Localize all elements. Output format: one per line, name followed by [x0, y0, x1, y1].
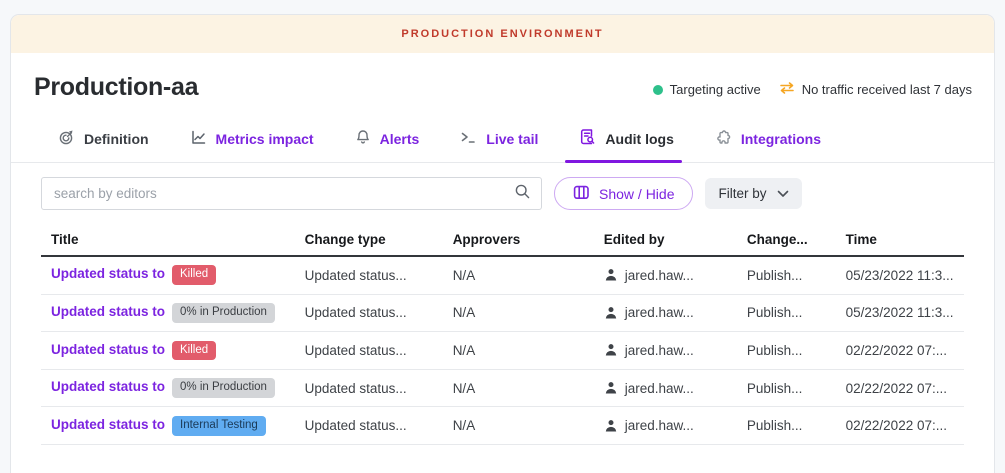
- column-header-title: Title: [41, 232, 295, 247]
- row-change-type: Updated status...: [295, 343, 443, 358]
- table-row[interactable]: Updated status to 0% in Production Update…: [41, 370, 964, 408]
- row-change: Publish...: [737, 305, 836, 320]
- column-header-approvers: Approvers: [443, 232, 594, 247]
- status-badge: 0% in Production: [172, 378, 275, 398]
- puzzle-icon: [715, 129, 732, 149]
- row-change: Publish...: [737, 343, 836, 358]
- row-editor-cell: jared.haw...: [604, 268, 737, 283]
- row-title-link[interactable]: Updated status to: [51, 379, 165, 394]
- page-title: Production-aa: [34, 73, 198, 102]
- row-approvers: N/A: [443, 343, 594, 358]
- status-group: Targeting active No traffic received las…: [653, 77, 972, 98]
- tab-integrations[interactable]: Integrations: [713, 118, 823, 162]
- row-time: 02/22/2022 07:...: [836, 418, 964, 433]
- tab-audit-logs-label: Audit logs: [605, 131, 673, 147]
- tab-alerts[interactable]: Alerts: [353, 118, 422, 162]
- audit-log-table: Title Change type Approvers Edited by Ch…: [41, 224, 964, 445]
- environment-banner-label: PRODUCTION ENVIRONMENT: [401, 28, 603, 40]
- traffic-status-label: No traffic received last 7 days: [802, 82, 972, 97]
- row-time: 02/22/2022 07:...: [836, 381, 964, 396]
- targeting-status-label: Targeting active: [670, 82, 761, 97]
- row-editor-cell: jared.haw...: [604, 305, 737, 320]
- tab-bar: Definition Metrics impact Alerts: [11, 108, 994, 163]
- tab-live-tail[interactable]: Live tail: [458, 118, 540, 162]
- magnifier-icon: [514, 183, 531, 205]
- row-approvers: N/A: [443, 268, 594, 283]
- row-title-link[interactable]: Updated status to: [51, 342, 165, 357]
- row-change-type: Updated status...: [295, 381, 443, 396]
- row-change-type: Updated status...: [295, 418, 443, 433]
- row-edited-by: jared.haw...: [625, 381, 694, 396]
- row-approvers: N/A: [443, 381, 594, 396]
- column-header-change-type: Change type: [295, 232, 443, 247]
- row-approvers: N/A: [443, 418, 594, 433]
- column-header-edited-by: Edited by: [594, 232, 737, 247]
- row-change-type: Updated status...: [295, 305, 443, 320]
- person-icon: [604, 343, 618, 357]
- table-row[interactable]: Updated status to Internal Testing Update…: [41, 407, 964, 445]
- row-time: 05/23/2022 11:3...: [836, 305, 964, 320]
- show-hide-button[interactable]: Show / Hide: [554, 177, 693, 210]
- green-dot-icon: [653, 85, 663, 95]
- tab-metrics-impact[interactable]: Metrics impact: [188, 118, 316, 162]
- page-header: Production-aa Targeting active No traffi…: [11, 53, 994, 108]
- search-input[interactable]: [54, 186, 514, 201]
- table-header-row: Title Change type Approvers Edited by Ch…: [41, 224, 964, 257]
- person-icon: [604, 419, 618, 433]
- person-icon: [604, 268, 618, 282]
- table-row[interactable]: Updated status to Killed Updated status..…: [41, 257, 964, 295]
- tab-alerts-label: Alerts: [380, 131, 420, 147]
- row-time: 05/23/2022 11:3...: [836, 268, 964, 283]
- column-header-change: Change...: [737, 232, 836, 247]
- column-header-time: Time: [836, 232, 964, 247]
- tab-definition[interactable]: Definition: [56, 118, 151, 162]
- person-icon: [604, 306, 618, 320]
- filter-by-label: Filter by: [718, 186, 766, 201]
- row-change: Publish...: [737, 381, 836, 396]
- traffic-status: No traffic received last 7 days: [779, 81, 972, 98]
- status-badge: Killed: [172, 265, 216, 285]
- row-title-link[interactable]: Updated status to: [51, 266, 165, 281]
- chevron-down-icon: [777, 186, 789, 201]
- bell-icon: [355, 129, 371, 149]
- tab-metrics-impact-label: Metrics impact: [216, 131, 314, 147]
- row-editor-cell: jared.haw...: [604, 343, 737, 358]
- search-box: [41, 177, 542, 210]
- status-badge: 0% in Production: [172, 303, 275, 323]
- environment-banner: PRODUCTION ENVIRONMENT: [11, 15, 994, 53]
- status-badge: Killed: [172, 341, 216, 361]
- terminal-icon: [460, 130, 477, 148]
- filter-by-button[interactable]: Filter by: [705, 178, 801, 209]
- row-edited-by: jared.haw...: [625, 343, 694, 358]
- tab-integrations-label: Integrations: [741, 131, 821, 147]
- row-editor-cell: jared.haw...: [604, 381, 737, 396]
- tab-live-tail-label: Live tail: [486, 131, 538, 147]
- traffic-arrows-icon: [779, 81, 795, 98]
- row-change-type: Updated status...: [295, 268, 443, 283]
- row-change: Publish...: [737, 418, 836, 433]
- row-time: 02/22/2022 07:...: [836, 343, 964, 358]
- row-title-link[interactable]: Updated status to: [51, 304, 165, 319]
- tab-definition-label: Definition: [84, 131, 149, 147]
- row-change: Publish...: [737, 268, 836, 283]
- row-approvers: N/A: [443, 305, 594, 320]
- table-row[interactable]: Updated status to Killed Updated status..…: [41, 332, 964, 370]
- row-editor-cell: jared.haw...: [604, 418, 737, 433]
- toolbar: Show / Hide Filter by: [11, 163, 994, 220]
- row-edited-by: jared.haw...: [625, 268, 694, 283]
- row-title-link[interactable]: Updated status to: [51, 417, 165, 432]
- status-badge: Internal Testing: [172, 416, 266, 436]
- show-hide-label: Show / Hide: [599, 186, 674, 202]
- definition-icon: [58, 129, 75, 149]
- tab-audit-logs[interactable]: Audit logs: [577, 118, 675, 162]
- person-icon: [604, 381, 618, 395]
- environment-card: PRODUCTION ENVIRONMENT Production-aa Tar…: [10, 14, 995, 473]
- row-edited-by: jared.haw...: [625, 418, 694, 433]
- columns-icon: [573, 185, 590, 203]
- table-row[interactable]: Updated status to 0% in Production Update…: [41, 295, 964, 333]
- audit-log-icon: [579, 128, 596, 149]
- targeting-status: Targeting active: [653, 82, 761, 97]
- line-chart-icon: [190, 129, 207, 149]
- row-edited-by: jared.haw...: [625, 305, 694, 320]
